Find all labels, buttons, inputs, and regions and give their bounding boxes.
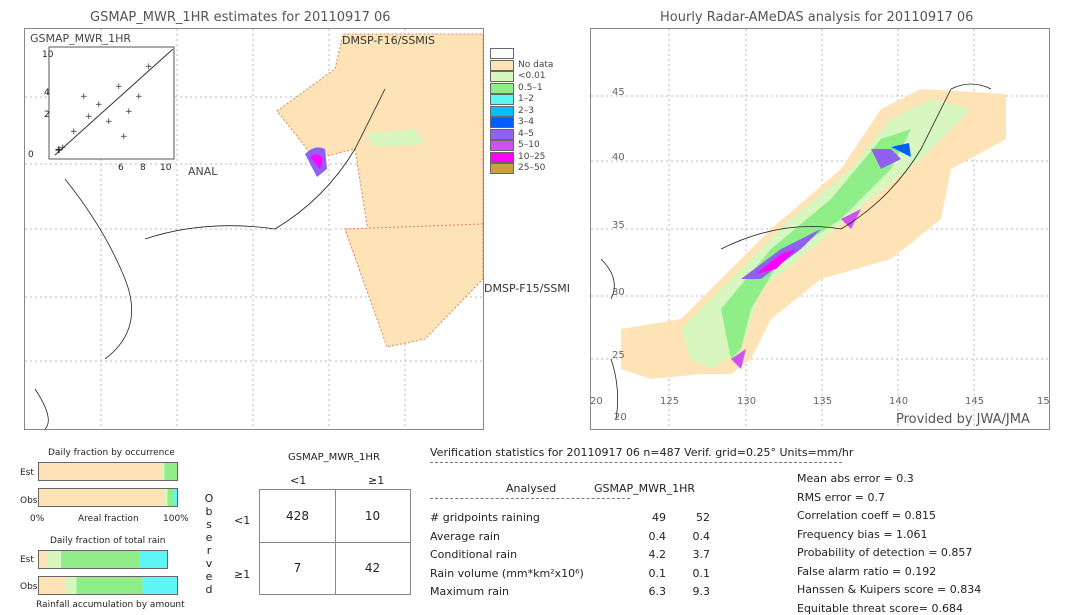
lon-tick: 145 xyxy=(965,396,985,407)
legend-label: 10–25 xyxy=(518,151,546,162)
cell-fn: 7 xyxy=(293,561,302,575)
legend-swatch xyxy=(490,140,514,151)
legend-swatch xyxy=(490,71,514,82)
occurrence-title: Daily fraction by occurrence xyxy=(48,448,175,458)
legend-label: 1–2 xyxy=(518,94,534,104)
contingency-table: 428 10 7 42 xyxy=(259,489,411,595)
legend-swatch xyxy=(490,82,514,94)
svg-text:+: + xyxy=(115,82,123,92)
stat-row-label: Conditional rain xyxy=(430,548,518,561)
legend-swatch xyxy=(490,105,514,117)
svg-text:+: + xyxy=(120,132,128,142)
occurrence-obs-bar xyxy=(38,488,178,507)
svg-text:+: + xyxy=(125,107,133,117)
stat-row-label: # gridpoints raining xyxy=(430,511,540,524)
legend-label: 0.5–1 xyxy=(518,82,543,93)
legend-label: 4–5 xyxy=(518,128,534,139)
stat-gsmap: 0.4 xyxy=(692,529,711,543)
svg-text:+: + xyxy=(135,92,143,102)
lon-tick: 130 xyxy=(737,396,757,407)
svg-text:+: + xyxy=(105,117,113,127)
stat-analysed: 0.4 xyxy=(648,529,667,543)
stat-gsmap: 3.7 xyxy=(692,548,711,561)
svg-text:+: + xyxy=(95,100,103,110)
credit: Provided by JWA/JMA xyxy=(896,412,1030,427)
lon-tick: 125 xyxy=(660,396,680,407)
cell-fp: 10 xyxy=(364,509,381,523)
stat-row-label: Rain volume (mm*km²x10⁶) xyxy=(430,566,584,580)
legend-swatch xyxy=(490,59,514,71)
legend-label: 25–50 xyxy=(518,163,546,173)
inset-ylabel: GSMAP_MWR_1HR xyxy=(30,32,132,45)
lon-tick: 140 xyxy=(889,396,909,407)
score: Hanssen & Kuipers score = 0.834 xyxy=(797,583,982,596)
score: Correlation coeff = 0.815 xyxy=(797,509,936,522)
score: Equitable threat score= 0.684 xyxy=(797,601,963,615)
right-map xyxy=(590,28,1050,430)
legend-swatch xyxy=(490,151,514,163)
cell-tn: 428 xyxy=(286,509,309,523)
svg-text:+: + xyxy=(85,112,93,122)
left-title: GSMAP_MWR_1HR estimates for 20110917 06 xyxy=(90,10,391,25)
stat-analysed: 4.2 xyxy=(648,548,667,561)
score: Frequency bias = 1.061 xyxy=(797,527,928,541)
sensor-label: DMSP-F16/SSMIS xyxy=(342,34,436,47)
legend-label: 5–10 xyxy=(518,140,540,150)
right-title: Hourly Radar-AMeDAS analysis for 2011091… xyxy=(660,10,974,25)
lat-tick: 45 xyxy=(612,87,625,98)
left-map: ✚ + + + + + + + + + + + xyxy=(24,28,484,430)
legend-swatch xyxy=(490,94,514,105)
stat-analysed: 49 xyxy=(652,511,666,524)
legend-swatch xyxy=(490,48,514,59)
total-rain-title: Daily fraction of total rain xyxy=(50,536,166,546)
sensor-label: DMSP-F15/SSMI xyxy=(484,282,571,295)
legend-swatch xyxy=(490,117,514,128)
svg-text:+: + xyxy=(59,143,67,153)
inset-scatter xyxy=(48,46,175,160)
stat-row-label: Maximum rain xyxy=(430,585,509,598)
legend-label: No data xyxy=(518,59,554,70)
stat-gsmap: 0.1 xyxy=(692,566,711,580)
svg-text:+: + xyxy=(145,62,153,72)
stat-gsmap: 9.3 xyxy=(692,585,711,598)
contingency-title: GSMAP_MWR_1HR xyxy=(288,452,380,463)
stat-analysed: 0.1 xyxy=(648,566,667,580)
svg-text:+: + xyxy=(80,92,88,102)
lon-tick: 135 xyxy=(813,396,833,407)
inset-xlabel: ANAL xyxy=(188,165,218,178)
observed-label: Observed xyxy=(204,492,214,596)
score: RMS error = 0.7 xyxy=(797,490,885,504)
total-rain-est-bar xyxy=(38,550,168,569)
lat-tick: 40 xyxy=(612,152,625,163)
stat-analysed: 6.3 xyxy=(648,585,667,598)
legend-label: 2–3 xyxy=(518,105,534,116)
stats-header: Verification statistics for 20110917 06 … xyxy=(430,446,854,459)
occurrence-est-bar xyxy=(38,462,178,481)
lon-tick: 15 xyxy=(1037,396,1050,407)
swath-f15 xyxy=(344,223,484,348)
total-rain-obs-bar xyxy=(38,576,178,595)
stat-gsmap: 52 xyxy=(696,511,710,524)
legend-swatch xyxy=(490,163,514,174)
left-map-svg: ✚++++++++ +++ xyxy=(25,29,484,430)
svg-text:+: + xyxy=(70,127,78,137)
lat-tick: 30 xyxy=(612,287,625,298)
cell-tp: 42 xyxy=(364,561,381,575)
stat-row-label: Average rain xyxy=(430,529,500,543)
lat-tick: 20 xyxy=(614,412,627,423)
lat-tick: 25 xyxy=(612,350,625,361)
score: Probability of detection = 0.857 xyxy=(797,546,973,559)
legend-swatch xyxy=(490,128,514,140)
legend-label: <0.01 xyxy=(518,71,546,81)
lat-tick: 35 xyxy=(612,220,625,231)
legend-label: 3–4 xyxy=(518,117,534,127)
score: Mean abs error = 0.3 xyxy=(797,472,914,485)
score: False alarm ratio = 0.192 xyxy=(797,564,937,578)
